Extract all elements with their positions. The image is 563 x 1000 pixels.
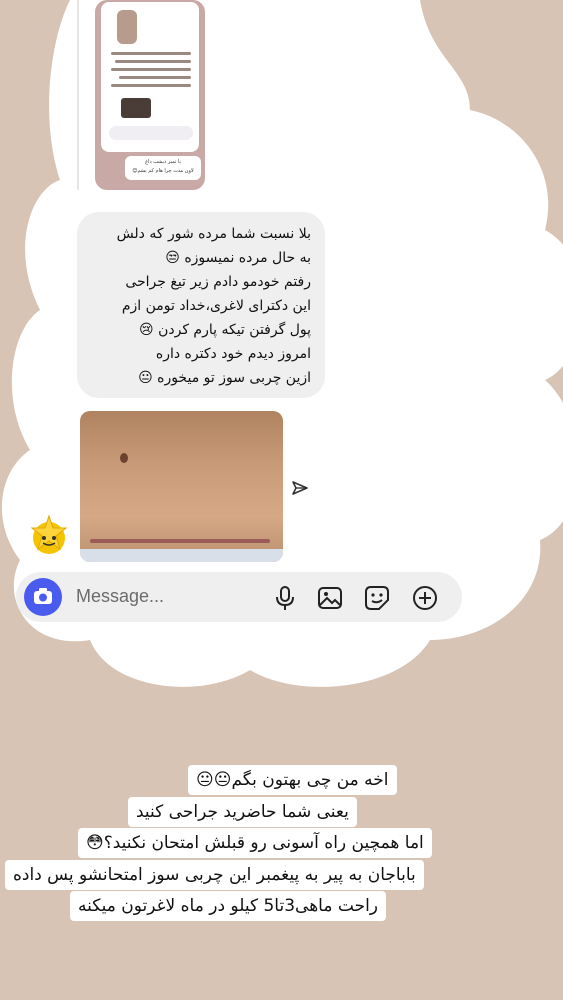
thumbnail-image: [121, 98, 151, 118]
message-line: این دکترای لاغری،خداد تومن ازم: [121, 298, 311, 314]
send-icon[interactable]: [290, 478, 310, 498]
thumbnail-avatar: [117, 10, 137, 44]
message-line: رفتم خودمو دادم زیر تیغ جراحی: [125, 274, 311, 290]
thumbnail-text-line: [111, 84, 191, 87]
thumbnail-bubble-line: با تمیز دیشب داغ: [145, 159, 181, 165]
caption-line: اما همچین راه آسونی رو قبلش امتحان نکنید…: [78, 828, 432, 858]
photo-detail: [120, 453, 128, 463]
image-icon[interactable]: [316, 584, 344, 612]
thumbnail-text-line: [119, 76, 191, 79]
plus-circle-icon[interactable]: [411, 584, 439, 612]
message-line: به حال مرده نمیسوزه 😒: [165, 250, 311, 266]
caption-line: راحت ماهی3تا5 کیلو در ماه لاغرتون میکنه: [70, 891, 387, 921]
thumbnail-text-line: [115, 60, 191, 63]
caption-line: اخه من چی بهتون بگم😐😐: [188, 765, 397, 795]
message-bubble[interactable]: بلا نسبت شما مرده شور که دلش به حال مرده…: [77, 212, 325, 398]
caption-line: باباجان به پیر به پیغمبر این چربی سوز ام…: [5, 860, 424, 890]
thumbnail-bubble: با تمیز دیشب داغ لاون مدت چرا هام کم بشم…: [125, 156, 201, 180]
message-input[interactable]: Message...: [76, 586, 164, 607]
thumbnail-screen: [101, 2, 199, 152]
caption-line: یعنی شما حاضرید جراحی کنید: [128, 797, 357, 827]
message-composer[interactable]: Message...: [16, 572, 462, 622]
thumbnail-bubble-line: لاون مدت چرا هام کم بشم😊: [132, 168, 194, 174]
thread-line: [77, 0, 79, 190]
microphone-icon[interactable]: [271, 584, 299, 612]
shared-post-thumbnail[interactable]: با تمیز دیشب داغ لاون مدت چرا هام کم بشم…: [95, 0, 205, 190]
camera-button[interactable]: [24, 578, 62, 616]
reaction-sticker: [26, 512, 72, 558]
thumbnail-text-line: [111, 68, 191, 71]
sticker-icon[interactable]: [363, 584, 391, 612]
message-line: امروز دیدم خود دکتره داره: [155, 346, 311, 362]
message-line: پول گرفتن تیکه پارم کردن 😢: [139, 322, 311, 338]
message-line: بلا نسبت شما مرده شور که دلش: [116, 226, 311, 242]
star-icon: [30, 514, 68, 554]
message-photo[interactable]: [80, 411, 283, 562]
camera-icon: [34, 588, 52, 604]
photo-detail: [90, 539, 270, 543]
thumbnail-message-bar: [109, 126, 193, 140]
photo-detail: [80, 549, 283, 562]
message-line: ازین چربی سوز تو میخوره 😐: [138, 370, 311, 386]
thumbnail-text-line: [111, 52, 191, 55]
